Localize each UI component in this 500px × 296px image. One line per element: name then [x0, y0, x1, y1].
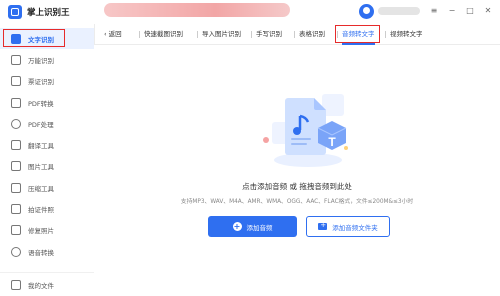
camera-icon: [11, 54, 21, 65]
sidebar-item-label: 票证识别: [28, 78, 54, 87]
sidebar-item-pdf-convert[interactable]: PDF转换: [0, 92, 94, 113]
sidebar-item-compress[interactable]: 压缩工具: [0, 177, 94, 198]
repair-photo-icon: [11, 225, 21, 236]
minimize-button[interactable]: −: [446, 4, 458, 18]
redacted-username: [378, 7, 420, 15]
plus-icon: +: [232, 222, 242, 231]
avatar[interactable]: [359, 4, 374, 19]
sidebar-item-label: 万能识别: [28, 56, 54, 65]
sidebar-item-label: 修复照片: [28, 227, 54, 236]
back-label: 返回: [108, 30, 122, 38]
pdf-convert-icon: [11, 97, 21, 108]
sidebar-item-label: 翻译工具: [28, 142, 54, 151]
add-audio-folder-button[interactable]: 添加音频文件夹: [306, 216, 390, 237]
translate-icon: [11, 140, 21, 151]
tab-quick-screenshot[interactable]: 快速截图识别: [139, 24, 183, 44]
sidebar-item-label: 我的文件: [28, 282, 54, 290]
tab-table[interactable]: 表格识别: [294, 24, 325, 44]
files-icon: [11, 280, 21, 290]
tab-handwriting[interactable]: 手写识别: [251, 24, 282, 44]
sidebar-item-ticket-recognition[interactable]: 票证识别: [0, 71, 94, 92]
menu-icon[interactable]: ≡: [428, 4, 440, 18]
app-window: 掌上识别王 文字识别 万能识别 票证识别 PDF转换 PDF处理 翻译工具 图片…: [0, 0, 500, 296]
sidebar-item-repair-photo[interactable]: 修复照片: [0, 220, 94, 241]
sidebar-item-label: 压缩工具: [28, 184, 54, 193]
add-audio-button[interactable]: + 添加音频: [208, 216, 297, 237]
annotation-highlight-box: [335, 25, 380, 43]
sidebar-item-label: PDF转换: [28, 99, 54, 108]
add-audio-label: 添加音频: [246, 223, 273, 232]
add-folder-label: 添加音频文件夹: [332, 223, 378, 232]
sidebar-item-id-photo[interactable]: 拍证件照: [0, 198, 94, 219]
sidebar-item-pdf-process[interactable]: PDF处理: [0, 113, 94, 134]
title-bar: ≡ − □ ✕: [94, 0, 500, 24]
svg-text:T: T: [328, 135, 336, 149]
supported-formats: 支持MP3、WAV、M4A、AMR、WMA、OGG、AAC、FLAC格式，文件≤…: [180, 199, 414, 205]
folder-add-icon: [318, 221, 328, 230]
sidebar-item-label: PDF处理: [28, 120, 54, 129]
app-logo-icon: [8, 5, 22, 19]
tab-import-image[interactable]: 导入图片识别: [197, 24, 241, 44]
voice-icon: [11, 246, 21, 257]
close-button[interactable]: ✕: [482, 4, 494, 18]
compress-icon: [11, 182, 21, 193]
main-content: [94, 45, 500, 296]
sidebar-item-translate[interactable]: 翻译工具: [0, 134, 94, 155]
sidebar-item-image-tools[interactable]: 图片工具: [0, 156, 94, 177]
ticket-icon: [11, 76, 21, 87]
back-button[interactable]: ‹ 返回: [104, 24, 122, 44]
redacted-banner: [104, 3, 290, 17]
annotation-highlight-box: [3, 29, 65, 47]
sidebar-item-label: 语音转换: [28, 248, 54, 257]
audio-file-illustration-icon: T: [263, 94, 348, 167]
sidebar-item-universal-recognition[interactable]: 万能识别: [0, 49, 94, 70]
id-photo-icon: [11, 204, 21, 215]
sidebar-item-label: 拍证件照: [28, 206, 54, 215]
sidebar-nav: 文字识别 万能识别 票证识别 PDF转换 PDF处理 翻译工具 图片工具 压缩工…: [0, 28, 94, 262]
sidebar-item-my-files[interactable]: 我的文件: [0, 272, 94, 293]
image-icon: [11, 161, 21, 172]
sidebar-item-label: 图片工具: [28, 163, 54, 172]
sidebar-item-voice[interactable]: 语音转换: [0, 241, 94, 262]
app-header: 掌上识别王: [0, 0, 94, 24]
tab-video-to-text[interactable]: 视频转文字: [385, 24, 423, 44]
pdf-process-icon: [11, 118, 21, 129]
drop-hint: 点击添加音频 或 拖拽音频到此处: [242, 182, 352, 191]
tab-bar: ‹ 返回 快速截图识别 导入图片识别 手写识别 表格识别 音频转文字 视频转文字: [94, 24, 500, 45]
maximize-button[interactable]: □: [464, 4, 476, 18]
app-title: 掌上识别王: [27, 8, 70, 18]
